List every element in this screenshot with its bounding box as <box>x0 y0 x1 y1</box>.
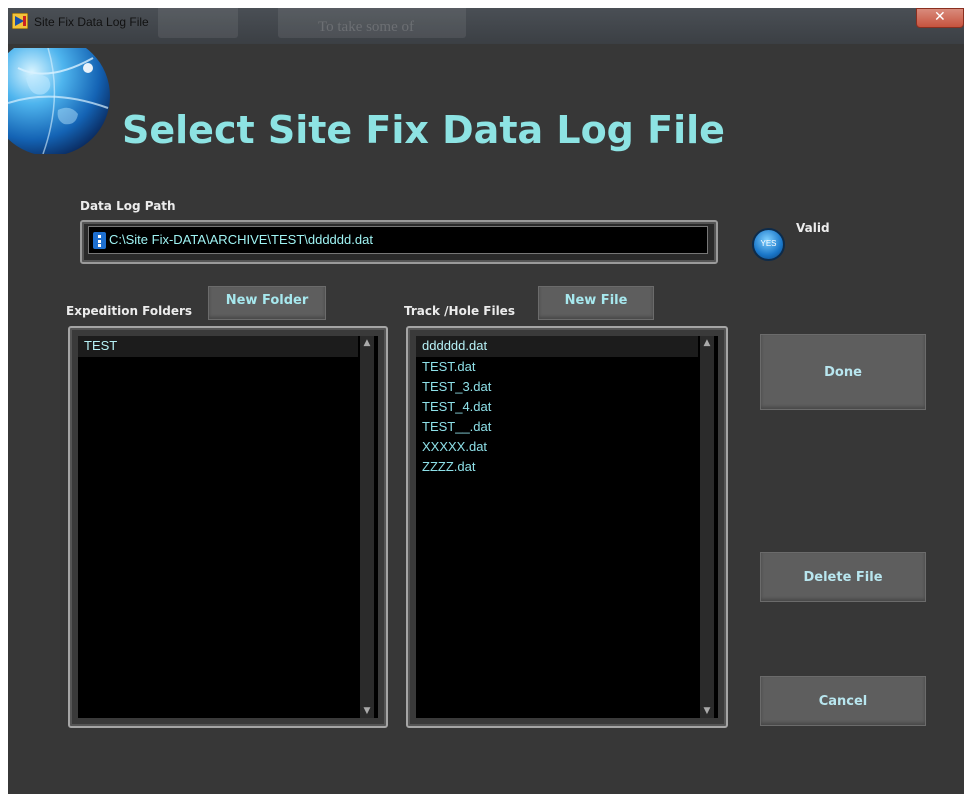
page-title: Select Site Fix Data Log File <box>122 108 725 152</box>
scroll-down-icon[interactable]: ▼ <box>700 704 714 718</box>
folders-scrollbar[interactable]: ▲ ▼ <box>360 336 374 718</box>
app-window: To take some of Site Fix Data Log File ✕… <box>8 8 964 794</box>
title-bar: To take some of Site Fix Data Log File ✕ <box>8 8 964 44</box>
list-item-label: dddddd.dat <box>422 338 488 353</box>
track-hole-files-label: Track /Hole Files <box>404 304 515 318</box>
files-scrollbar[interactable]: ▲ ▼ <box>700 336 714 718</box>
cancel-button[interactable]: Cancel <box>760 676 926 726</box>
globe-icon <box>8 48 110 154</box>
data-log-path-label: Data Log Path <box>80 199 176 213</box>
valid-indicator-led: YES <box>752 228 785 261</box>
list-item[interactable]: dddddd.dat <box>416 336 698 357</box>
list-item-label: TEST.dat <box>422 359 476 374</box>
list-item-label: ZZZZ.dat <box>422 459 476 474</box>
list-item[interactable]: ZZZZ.dat <box>416 457 698 478</box>
list-item-label: XXXXX.dat <box>422 439 488 454</box>
path-browse-icon[interactable] <box>93 232 106 249</box>
scroll-up-icon[interactable]: ▲ <box>700 336 714 350</box>
close-button[interactable]: ✕ <box>916 8 964 28</box>
scroll-down-icon[interactable]: ▼ <box>360 704 374 718</box>
list-item[interactable]: TEST__.dat <box>416 417 698 438</box>
list-item-label: TEST_4.dat <box>422 399 492 414</box>
list-item-label: TEST <box>84 338 118 353</box>
data-log-path-value: C:\Site Fix-DATA\ARCHIVE\TEST\dddddd.dat <box>109 232 373 247</box>
close-icon: ✕ <box>934 9 946 25</box>
new-file-button[interactable]: New File <box>538 286 654 320</box>
background-window-text: To take some of <box>318 19 415 35</box>
led-text: YES <box>760 239 777 248</box>
data-log-path-field[interactable]: C:\Site Fix-DATA\ARCHIVE\TEST\dddddd.dat <box>88 226 708 254</box>
list-item[interactable]: XXXXX.dat <box>416 437 698 458</box>
delete-file-button[interactable]: Delete File <box>760 552 926 602</box>
scroll-up-icon[interactable]: ▲ <box>360 336 374 350</box>
valid-label: Valid <box>796 221 830 235</box>
list-item-label: TEST__.dat <box>422 419 492 434</box>
new-folder-button[interactable]: New Folder <box>208 286 326 320</box>
expedition-folders-list[interactable]: TEST ▲ ▼ <box>78 336 378 718</box>
done-button[interactable]: Done <box>760 334 926 410</box>
track-hole-files-list[interactable]: dddddd.dat TEST.dat TEST_3.dat TEST_4.da… <box>416 336 718 718</box>
background-window-tab <box>158 8 238 38</box>
expedition-folders-label: Expedition Folders <box>66 304 193 318</box>
window-title: Site Fix Data Log File <box>34 15 149 29</box>
list-item[interactable]: TEST_4.dat <box>416 397 698 418</box>
labview-vi-icon <box>12 13 28 29</box>
list-item[interactable]: TEST.dat <box>416 357 698 378</box>
list-item[interactable]: TEST_3.dat <box>416 377 698 398</box>
list-item[interactable]: TEST <box>78 336 358 357</box>
list-item-label: TEST_3.dat <box>422 379 492 394</box>
